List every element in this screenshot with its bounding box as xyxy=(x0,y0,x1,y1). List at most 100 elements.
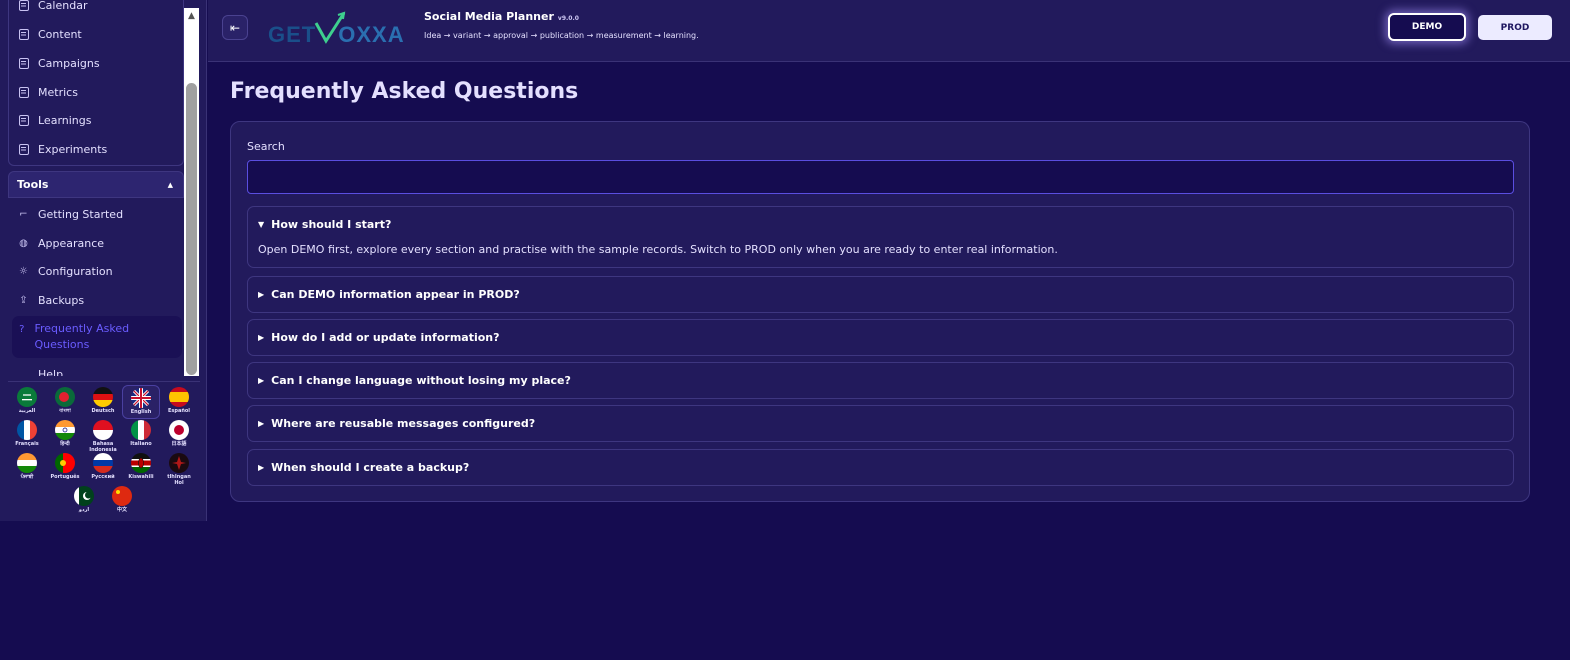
faq-item[interactable]: ▶ Where are reusable messages configured… xyxy=(247,405,1514,442)
tools-section-header[interactable]: Tools ▲ xyxy=(8,171,184,198)
sidebar: Calendar Content Campaigns Metrics Learn… xyxy=(0,0,207,521)
sidebar-toggle-button[interactable]: ⇤ xyxy=(222,15,248,40)
logo-prefix: GET xyxy=(268,22,317,47)
faq-item[interactable]: ▶ When should I create a backup? xyxy=(247,449,1514,486)
language-arabic[interactable]: العربية xyxy=(8,387,46,419)
sidebar-item-label: Backups xyxy=(38,293,85,307)
app-version: v9.0.0 xyxy=(557,15,579,22)
demo-mode-button[interactable]: DEMO xyxy=(1388,13,1466,41)
portugal-flag-icon xyxy=(55,453,75,473)
scroll-up-arrow-icon[interactable]: ▲ xyxy=(184,8,199,24)
language-french[interactable]: Français xyxy=(8,420,46,454)
expanded-triangle-icon: ▼ xyxy=(258,220,265,229)
russia-flag-icon xyxy=(93,453,113,473)
sidebar-item-learnings[interactable]: Learnings xyxy=(18,109,92,131)
language-punjabi[interactable]: ਪੰਜਾਬੀ xyxy=(8,453,46,485)
sun-icon: ☼ xyxy=(19,265,28,277)
language-label: Deutsch xyxy=(91,408,115,414)
search-label: Search xyxy=(247,140,285,153)
search-input[interactable] xyxy=(247,160,1514,194)
document-icon xyxy=(18,0,29,11)
faq-question[interactable]: ▶ How do I add or update information? xyxy=(258,331,500,344)
language-hindi[interactable]: हिन्दी xyxy=(46,420,84,454)
sidebar-item-faq[interactable]: ? Frequently Asked Questions xyxy=(18,321,138,353)
faq-item[interactable]: ▶ Can DEMO information appear in PROD? xyxy=(247,276,1514,313)
sidebar-item-appearance[interactable]: ◍ Appearance xyxy=(18,232,104,254)
language-portuguese[interactable]: Português xyxy=(46,453,84,485)
faq-question-text: When should I create a backup? xyxy=(271,461,470,474)
faq-question[interactable]: ▶ Where are reusable messages configured… xyxy=(258,417,535,430)
faq-item[interactable]: ▶ How do I add or update information? xyxy=(247,319,1514,356)
document-icon xyxy=(18,114,29,126)
document-icon xyxy=(18,28,29,40)
language-klingon[interactable]: tlhIngan Hol xyxy=(160,453,198,487)
getvoxxa-logo: GET OXXA xyxy=(268,9,410,49)
sidebar-item-label: Configuration xyxy=(38,264,113,278)
sidebar-item-label: Calendar xyxy=(38,0,88,12)
faq-question[interactable]: ▶ When should I create a backup? xyxy=(258,461,469,474)
language-japanese[interactable]: 日本語 xyxy=(160,420,198,454)
language-italian[interactable]: Italiano xyxy=(122,420,160,454)
chevron-up-icon: ▲ xyxy=(167,180,173,189)
saudi-arabia-flag-icon xyxy=(17,387,37,407)
palette-icon: ◍ xyxy=(19,237,28,249)
germany-flag-icon xyxy=(93,387,113,407)
faq-question[interactable]: ▶ Can DEMO information appear in PROD? xyxy=(258,288,520,301)
logo-suffix: OXXA xyxy=(338,22,405,47)
language-label: বাংলা xyxy=(59,408,71,414)
language-label: ਪੰਜਾਬੀ xyxy=(20,474,34,480)
scrollbar-thumb[interactable] xyxy=(186,83,197,375)
bangladesh-flag-icon xyxy=(55,387,75,407)
sidebar-item-content[interactable]: Content xyxy=(18,23,82,45)
app-subtitle: Idea → variant → approval → publication … xyxy=(424,31,699,40)
language-label: 中文 xyxy=(116,507,127,513)
collapsed-triangle-icon: ▶ xyxy=(258,290,265,299)
language-spanish[interactable]: Español xyxy=(160,387,198,419)
document-icon xyxy=(18,86,29,98)
sidebar-item-experiments[interactable]: Experiments xyxy=(18,138,107,160)
language-label: Italiano xyxy=(130,441,152,447)
language-label: Bahasa Indonesia xyxy=(89,441,117,453)
language-swahili[interactable]: Kiswahili xyxy=(122,453,160,485)
language-chinese[interactable]: 中文 xyxy=(103,486,141,518)
sidebar-scrollbar[interactable]: ▲ xyxy=(184,8,199,376)
sidebar-item-metrics[interactable]: Metrics xyxy=(18,81,78,103)
sidebar-scroll-area[interactable]: Calendar Content Campaigns Metrics Learn… xyxy=(0,0,184,376)
sidebar-item-label: Content xyxy=(38,27,82,41)
language-english[interactable]: English xyxy=(122,385,160,419)
language-russian[interactable]: Русский xyxy=(84,453,122,485)
faq-item[interactable]: ▼ How should I start? Open DEMO first, e… xyxy=(247,206,1514,268)
sidebar-item-label: Experiments xyxy=(38,142,108,156)
language-indonesian[interactable]: Bahasa Indonesia xyxy=(84,420,122,454)
language-bengali[interactable]: বাংলা xyxy=(46,387,84,419)
help-circle-icon: ? xyxy=(19,323,25,335)
faq-item[interactable]: ▶ Can I change language without losing m… xyxy=(247,362,1514,399)
collapse-sidebar-icon: ⇤ xyxy=(229,20,241,35)
sidebar-item-backups[interactable]: ⇪ Backups xyxy=(18,289,84,311)
faq-answer: Open DEMO first, explore every section a… xyxy=(258,243,1058,256)
document-icon xyxy=(18,143,29,155)
language-label: 日本語 xyxy=(171,441,187,447)
sidebar-item-configuration[interactable]: ☼ Configuration xyxy=(18,260,113,282)
faq-question[interactable]: ▼ How should I start? xyxy=(258,218,391,231)
france-flag-icon xyxy=(17,420,37,440)
language-urdu[interactable]: اردو xyxy=(65,486,103,518)
prod-mode-button[interactable]: PROD xyxy=(1478,15,1552,40)
language-label: العربية xyxy=(18,408,36,414)
faq-card: Search ▼ How should I start? Open DEMO f… xyxy=(230,121,1530,502)
china-flag-icon xyxy=(112,486,132,506)
sidebar-item-label: Metrics xyxy=(38,85,78,99)
sidebar-item-getting-started[interactable]: ⌐ Getting Started xyxy=(18,203,123,225)
sidebar-item-campaigns[interactable]: Campaigns xyxy=(18,52,100,74)
sidebar-item-label: Frequently Asked Questions xyxy=(34,322,130,351)
language-label: English xyxy=(130,409,152,415)
sidebar-item-help[interactable]: Help xyxy=(18,363,63,377)
faq-question[interactable]: ▶ Can I change language without losing m… xyxy=(258,374,571,387)
faq-question-text: Can I change language without losing my … xyxy=(271,374,571,387)
app-title: Social Media Planner v9.0.0 xyxy=(424,10,579,23)
sidebar-item-calendar[interactable]: Calendar xyxy=(18,0,87,16)
sidebar-item-label: Getting Started xyxy=(38,207,124,221)
upload-icon: ⇪ xyxy=(19,294,28,306)
kenya-flag-icon xyxy=(131,453,151,473)
language-german[interactable]: Deutsch xyxy=(84,387,122,419)
